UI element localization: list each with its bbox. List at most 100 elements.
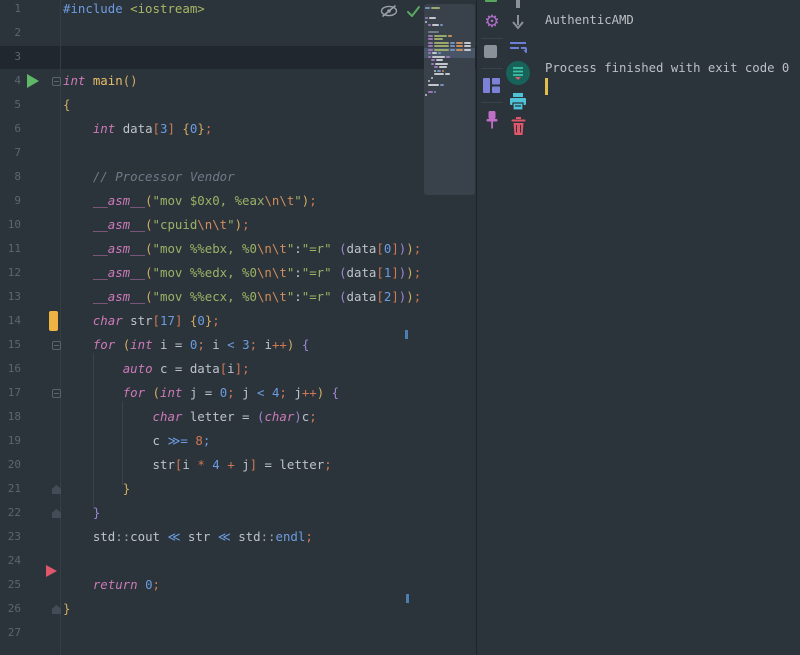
- code-token: [294, 337, 301, 352]
- scroll-to-end-button[interactable]: [506, 61, 530, 85]
- code-token: 17: [160, 313, 175, 328]
- code-token: 0: [197, 313, 204, 328]
- indent-guide: [93, 353, 94, 509]
- code-line: __asm__("mov %%ebx, %0\n\t":"=r" (data[0…: [0, 237, 476, 261]
- minimap-segment: [428, 42, 433, 44]
- minimap-segment: [425, 21, 427, 23]
- minimap-segment: [434, 70, 436, 72]
- code-token: for: [123, 385, 153, 400]
- reader-mode-icon[interactable]: [380, 4, 398, 18]
- minimap-segment: [428, 31, 439, 33]
- code-token: ;: [205, 121, 212, 136]
- code-token: (: [153, 385, 160, 400]
- code-token: [264, 385, 271, 400]
- code-token: [63, 241, 93, 256]
- minimap-segment: [439, 66, 447, 68]
- minimap[interactable]: [424, 4, 475, 195]
- code-token: (: [145, 265, 152, 280]
- settings-button[interactable]: ⚙: [482, 12, 502, 32]
- clear-console-button[interactable]: [510, 117, 526, 135]
- code-token: ]: [391, 265, 398, 280]
- code-token: (: [339, 241, 346, 256]
- code-token: ): [235, 217, 242, 232]
- minimap-segment: [434, 66, 438, 68]
- printer-icon: [509, 93, 527, 110]
- code-token: \n\t: [257, 241, 287, 256]
- code-token: ;: [279, 385, 286, 400]
- code-token: ]: [235, 361, 242, 376]
- code-token: 4: [212, 457, 219, 472]
- rerun-icon[interactable]: [485, 0, 497, 2]
- code-token: i: [182, 457, 197, 472]
- code-token: j: [235, 457, 250, 472]
- pin-icon: [484, 110, 500, 130]
- code-token: endl: [276, 529, 306, 544]
- change-mark: [405, 330, 408, 339]
- minimap-segment: [428, 38, 433, 40]
- code-token: int: [160, 385, 190, 400]
- code-token: 8: [195, 433, 202, 448]
- code-line: [0, 45, 476, 69]
- minimap-segment: [428, 49, 433, 51]
- code-token: ): [406, 289, 413, 304]
- code-token: "mov %%ecx, %0: [153, 289, 257, 304]
- code-token: ;: [203, 433, 210, 448]
- code-token: str: [180, 529, 217, 544]
- code-editor[interactable]: 1234567891011121314151617181920212223242…: [0, 0, 476, 655]
- toolbar-divider: [481, 102, 503, 103]
- code-token: [: [153, 121, 160, 136]
- code-token: ;: [309, 409, 316, 424]
- code-token: __asm__: [93, 193, 145, 208]
- code-token: 0: [145, 577, 152, 592]
- code-line: for (int j = 0; j < 4; j++) {: [0, 381, 476, 405]
- code-token: "=r": [302, 265, 332, 280]
- code-token: ;: [197, 337, 204, 352]
- code-token: main: [93, 73, 123, 88]
- code-token: (: [145, 241, 152, 256]
- down-arrow-button[interactable]: [510, 13, 526, 30]
- code-token: ;: [414, 289, 421, 304]
- minimap-segment: [432, 24, 439, 26]
- code-token: ): [294, 409, 301, 424]
- code-token: [: [376, 289, 383, 304]
- code-token: [63, 313, 93, 328]
- code-token: int: [93, 121, 123, 136]
- layout-icon: [483, 78, 500, 93]
- no-problems-icon[interactable]: [406, 5, 421, 18]
- code-token: ;: [305, 529, 312, 544]
- fold-marker[interactable]: [52, 341, 61, 350]
- minimap-segment: [456, 42, 463, 44]
- minimap-segment: [428, 24, 431, 26]
- layout-button[interactable]: [483, 78, 500, 93]
- stop-icon[interactable]: [484, 45, 497, 58]
- code-token: [324, 385, 331, 400]
- code-token: (: [145, 193, 152, 208]
- fold-marker[interactable]: [52, 389, 61, 398]
- execution-point-arrow: [46, 565, 57, 577]
- code-line: std::cout ≪ str ≪ std::endl;: [0, 525, 476, 549]
- code-token: ;: [414, 265, 421, 280]
- minimap-segment: [431, 7, 440, 9]
- code-token: \n\t: [264, 193, 294, 208]
- run-button[interactable]: [27, 74, 39, 88]
- minimap-segment: [434, 35, 447, 37]
- code-token: data: [347, 241, 377, 256]
- code-token: ): [406, 241, 413, 256]
- console-output[interactable]: AuthenticAMDProcess finished with exit c…: [543, 0, 800, 655]
- code-line: int main(): [0, 69, 476, 93]
- minimap-segment: [437, 70, 441, 72]
- soft-wrap-button[interactable]: [509, 40, 527, 54]
- pin-button[interactable]: [483, 110, 500, 130]
- code-token: {: [332, 385, 339, 400]
- code-token: "mov %%edx, %0: [153, 265, 257, 280]
- code-token: :: [294, 265, 301, 280]
- print-button[interactable]: [509, 93, 527, 110]
- minimap-segment: [432, 56, 445, 58]
- fold-marker[interactable]: [52, 77, 61, 86]
- code-token: [63, 169, 93, 184]
- code-token: ;: [242, 361, 249, 376]
- code-token: }: [197, 121, 204, 136]
- code-token: c: [153, 433, 168, 448]
- code-line: __asm__("mov %%ecx, %0\n\t":"=r" (data[2…: [0, 285, 476, 309]
- up-arrow-icon[interactable]: [516, 0, 520, 8]
